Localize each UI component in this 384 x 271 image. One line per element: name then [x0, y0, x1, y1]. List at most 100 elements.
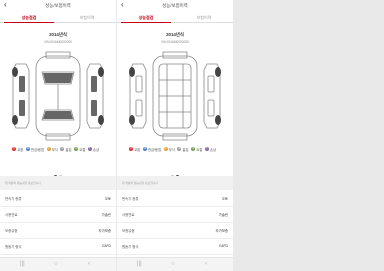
tab-bar: 성능점검 보험이력: [0, 13, 116, 23]
info-notice: 위 차량의 성능점검 정보입니다: [5, 181, 41, 185]
car-year: 2014년식: [49, 32, 67, 37]
car-damage-diagram: [12, 51, 104, 141]
legend-mark: T: [87, 147, 92, 152]
car-frame-diagram: [129, 51, 221, 141]
android-nav-bar: ||| ○ ‹: [117, 257, 233, 271]
spec-row: 보증유형 자가보증: [0, 222, 116, 239]
legend-label: 흠집: [182, 147, 189, 152]
legend-mark: U: [74, 147, 79, 152]
damage-legend: X 교환 W 판금/용접 C 부식 A 흠집 U 요철 T 손상: [129, 146, 225, 152]
home-icon[interactable]: ○: [171, 261, 175, 267]
spec-value: 자가보증: [98, 229, 111, 233]
spec-row: 변속기 종류 오토: [117, 190, 233, 207]
legend-item: X 교환: [129, 147, 140, 152]
legend-label: 교환: [17, 147, 24, 152]
tab-performance-check[interactable]: 성능점검: [117, 13, 175, 23]
legend-mark: C: [163, 147, 168, 152]
legend-item: T 손상: [204, 147, 217, 152]
legend-item: W 판금/용접: [25, 147, 45, 152]
tire-front-right: [98, 67, 104, 77]
legend-mark: X: [12, 147, 17, 152]
legend-mark: U: [191, 147, 196, 152]
car-vin: VIN KNAM0000000: [44, 40, 72, 44]
app-header: ‹ 성능/보험이력: [117, 0, 233, 11]
legend-label: 판금/용접: [147, 147, 162, 152]
tab-performance-check[interactable]: 성능점검: [0, 13, 58, 23]
legend-mark: W: [25, 147, 30, 152]
home-icon[interactable]: ○: [54, 261, 58, 267]
legend-mark: W: [142, 147, 147, 152]
tab-bar: 성능점검 보험이력: [117, 13, 233, 23]
legend-label: 요철: [196, 147, 203, 152]
info-notice: 위 차량의 성능점검 정보입니다: [122, 181, 158, 185]
recent-apps-icon[interactable]: |||: [137, 261, 142, 267]
spec-row: 사용연료 가솔린: [0, 206, 116, 223]
page-title: 성능/보험이력: [162, 3, 188, 8]
tire-front-left: [129, 67, 135, 77]
legend-mark: X: [129, 147, 134, 152]
app-header: ‹ 성능/보험이력: [0, 0, 116, 11]
tire-rear-left: [129, 115, 135, 125]
tab-insurance-history[interactable]: 보험이력: [58, 13, 116, 22]
legend-item: U 요철: [191, 147, 202, 152]
car-year: 2014년식: [166, 32, 184, 37]
spec-key: 변속기 종류: [122, 197, 139, 201]
legend-label: 흠집: [65, 147, 72, 152]
spec-row: 변속기 종류 오토: [0, 190, 116, 207]
spec-value: 가솔린: [218, 213, 228, 217]
rear-bumper: [45, 133, 71, 141]
spec-key: 사용연료: [5, 213, 18, 217]
legend-mark: A: [177, 147, 182, 152]
tire-rear-right: [98, 115, 104, 125]
tire-front-left: [12, 67, 18, 77]
spec-key: 원동기 형식: [5, 245, 22, 249]
legend-mark: T: [204, 147, 209, 152]
front-bumper: [45, 51, 71, 59]
spec-value: G4FD: [101, 244, 111, 248]
spec-value: 자가보증: [215, 229, 228, 233]
screen-right: ‹ 성능/보험이력 성능점검 보험이력 2014년식 VIN KNAM00000…: [117, 0, 233, 271]
spec-row: 보증유형 자가보증: [117, 222, 233, 239]
legend-item: U 요철: [74, 147, 85, 152]
legend-item: T 손상: [87, 147, 100, 152]
legend-label: 손상: [210, 147, 217, 152]
legend-mark: A: [60, 147, 65, 152]
legend-item: A 흠집: [177, 147, 189, 152]
legend-label: 손상: [93, 147, 100, 152]
back-nav-icon[interactable]: ‹: [88, 261, 90, 267]
spec-value: G4FD: [218, 244, 228, 248]
recent-apps-icon[interactable]: |||: [20, 261, 25, 267]
legend-label: 부식: [168, 147, 175, 152]
screen-left: ‹ 성능/보험이력 성능점검 보험이력 2014년식 VIN KNAM00000…: [0, 0, 116, 271]
tire-rear-left: [12, 115, 18, 125]
spec-key: 보증유형: [122, 229, 135, 233]
spec-key: 보증유형: [5, 229, 18, 233]
legend-label: 요철: [79, 147, 86, 152]
tire-rear-right: [215, 115, 221, 125]
spec-value: 오토: [221, 197, 228, 201]
legend-mark: C: [46, 147, 51, 152]
tab-insurance-history[interactable]: 보험이력: [175, 13, 233, 22]
page-title: 성능/보험이력: [45, 3, 71, 8]
legend-label: 교환: [134, 147, 141, 152]
spec-key: 사용연료: [122, 213, 135, 217]
damage-legend: X 교환 W 판금/용접 C 부식 A 흠집 U 요철 T 손상: [12, 146, 108, 152]
spec-row: 원동기 형식 G4FD: [117, 238, 233, 255]
spec-key: 원동기 형식: [122, 245, 139, 249]
spec-value: 가솔린: [101, 213, 111, 217]
legend-item: W 판금/용접: [142, 147, 162, 152]
legend-item: C 부식: [46, 147, 58, 152]
spec-row: 원동기 형식 G4FD: [0, 238, 116, 255]
back-nav-icon[interactable]: ‹: [205, 261, 207, 267]
spec-value: 오토: [104, 197, 111, 201]
legend-label: 부식: [51, 147, 58, 152]
spec-key: 변속기 종류: [5, 197, 22, 201]
info-band: 위 차량의 성능점검 정보입니다: [0, 176, 116, 190]
legend-item: X 교환: [12, 147, 23, 152]
legend-item: A 흠집: [60, 147, 72, 152]
tire-front-right: [215, 67, 221, 77]
car-vin: VIN KNAM0000000: [161, 40, 189, 44]
legend-label: 판금/용접: [30, 147, 45, 152]
info-band: 위 차량의 성능점검 정보입니다: [117, 176, 233, 190]
legend-item: C 부식: [163, 147, 175, 152]
